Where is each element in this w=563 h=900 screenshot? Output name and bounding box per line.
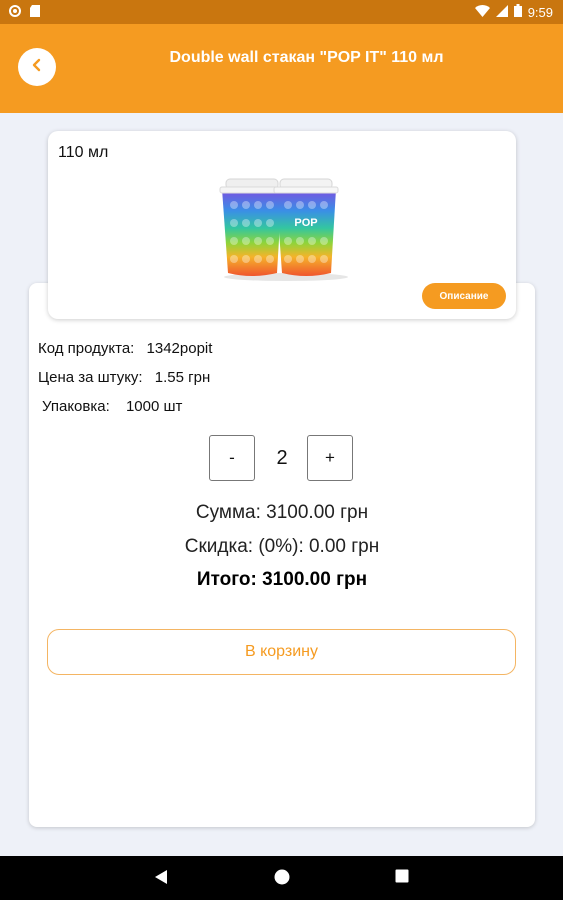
home-circle-icon[interactable] — [274, 869, 290, 890]
unit-price-row: Цена за штуку: 1.55 грн — [38, 369, 210, 386]
product-image-card: 110 мл POP Описание — [48, 131, 516, 319]
wifi-icon — [474, 4, 490, 20]
cup-print-text: POP — [294, 217, 317, 229]
sd-card-icon — [30, 5, 40, 20]
recents-square-icon[interactable] — [395, 869, 409, 888]
quantity-value: 2 — [276, 447, 288, 469]
product-image: POP — [208, 173, 358, 283]
app-bar: Double wall стакан "POP IT" 110 мл — [0, 24, 563, 113]
battery-icon — [513, 4, 522, 20]
product-code-label: Код продукта: — [38, 340, 135, 357]
increase-quantity-button[interactable]: + — [307, 435, 353, 481]
back-button[interactable] — [18, 48, 56, 86]
decrease-quantity-button[interactable]: - — [209, 435, 255, 481]
package-label: Упаковка: — [42, 398, 110, 415]
signal-icon — [495, 4, 508, 20]
back-triangle-icon[interactable] — [154, 869, 168, 890]
status-time: 9:59 — [527, 4, 553, 20]
variant-label: 110 мл — [58, 144, 109, 161]
page-title: Double wall стакан "POP IT" 110 мл — [169, 49, 444, 66]
sum-line: Сумма: 3100.00 грн — [195, 502, 369, 523]
discount-line: Скидка: (0%): 0.00 грн — [184, 536, 380, 557]
product-code-value: 1342popit — [146, 340, 213, 357]
package-row: Упаковка: 1000 шт — [42, 398, 182, 415]
unit-price-value: 1.55 грн — [154, 369, 211, 386]
total-line: Итого: 3100.00 грн — [196, 569, 368, 590]
unit-price-label: Цена за штуку: — [38, 369, 143, 386]
description-button[interactable]: Описание — [422, 283, 506, 309]
chevron-left-icon — [30, 58, 44, 77]
status-bar: 9:59 — [0, 0, 563, 24]
add-to-cart-button[interactable]: В корзину — [47, 629, 516, 675]
product-code-row: Код продукта: 1342popit — [38, 340, 212, 357]
system-navigation-bar — [0, 856, 563, 900]
notification-dot-icon — [9, 5, 21, 20]
package-value: 1000 шт — [125, 398, 183, 415]
